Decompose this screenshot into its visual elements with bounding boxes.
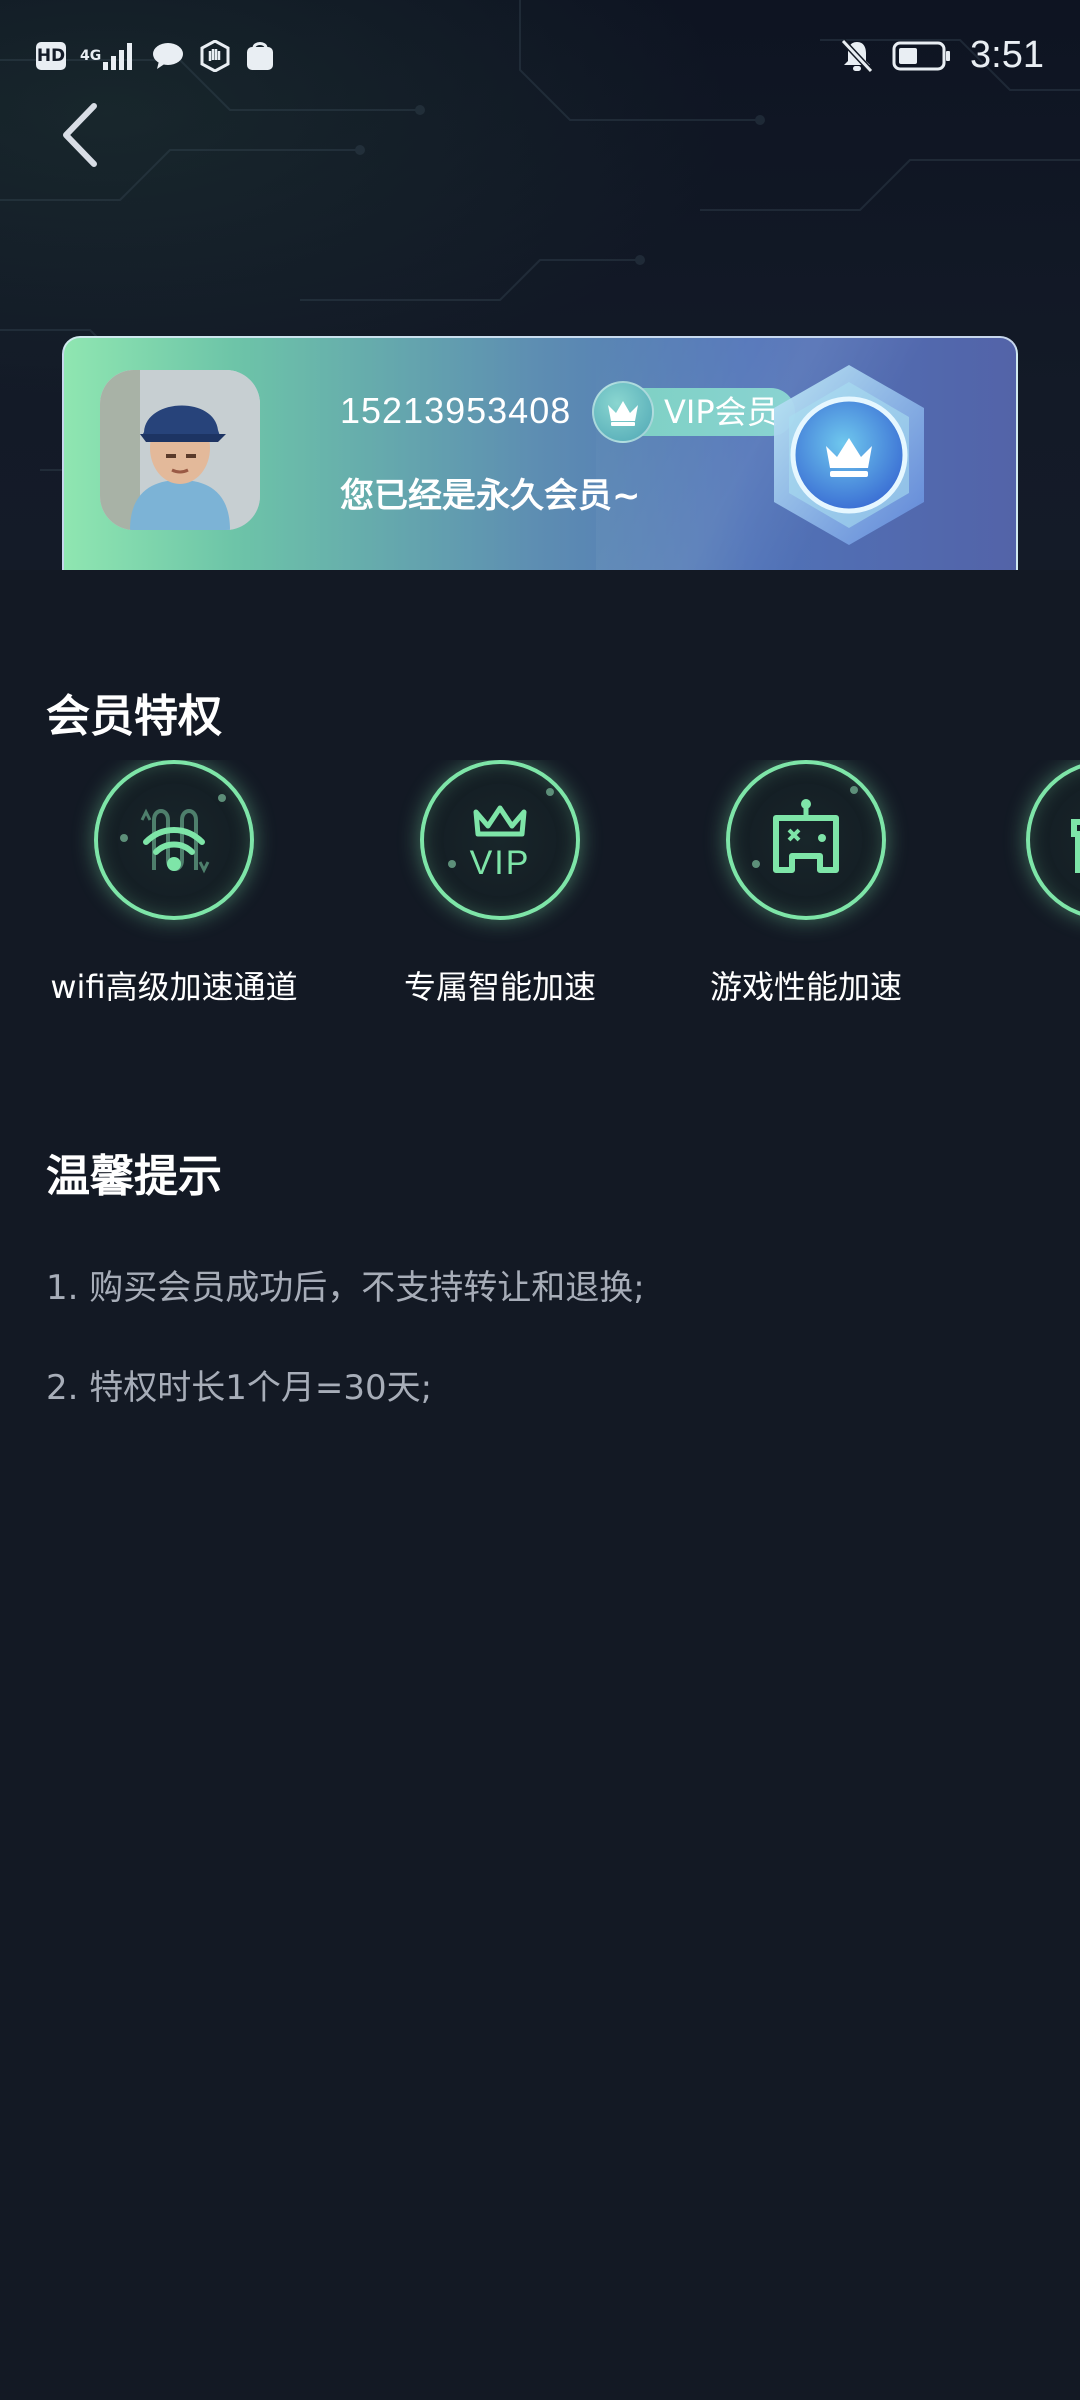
wifi-boost-icon xyxy=(94,760,254,920)
hd-icon: HD xyxy=(36,42,66,70)
privilege-label: 游戏性能加速 xyxy=(709,968,902,1006)
hand-icon xyxy=(199,40,231,72)
privilege-label: 专属智能加速 xyxy=(403,968,596,1006)
svg-text:VIP: VIP xyxy=(470,844,531,882)
privilege-label: 免 xyxy=(956,962,1080,1008)
avatar[interactable] xyxy=(100,370,260,530)
clock: 3:51 xyxy=(970,34,1044,76)
message-icon xyxy=(151,41,185,71)
gamepad-icon xyxy=(726,760,886,920)
back-button[interactable] xyxy=(50,100,110,170)
phone-number: 15213953408 xyxy=(340,390,572,431)
status-bar: HD 4G 3:51 xyxy=(0,0,1080,118)
battery-icon xyxy=(892,40,952,72)
vip-hexagon-badge-icon xyxy=(774,365,924,545)
privilege-item-wifi[interactable]: wifi高级加速通道 xyxy=(24,760,324,1008)
avatar-image xyxy=(100,370,260,530)
member-status-text: 您已经是永久会员~ xyxy=(340,476,641,516)
huawei-store-icon xyxy=(245,40,275,72)
tip-item: 2. 特权时长1个月=30天; xyxy=(46,1368,433,1408)
privilege-label: wifi高级加速通道 xyxy=(50,968,298,1006)
gift-icon xyxy=(1026,760,1080,920)
vip-crown-icon: VIP xyxy=(420,760,580,920)
member-card: 15213953408 VIP会员 您已经是永久会员~ xyxy=(62,336,1018,570)
privileges-title: 会员特权 xyxy=(46,691,222,742)
privilege-item-4[interactable]: 免 xyxy=(956,760,1080,1008)
crown-icon xyxy=(592,381,654,443)
signal-icon: 4G xyxy=(80,40,137,72)
privilege-item-game-boost[interactable]: 游戏性能加速 xyxy=(656,760,956,1008)
tips-title: 温馨提示 xyxy=(46,1151,222,1202)
network-type-label: 4G xyxy=(80,48,102,64)
privileges-list[interactable]: wifi高级加速通道 VIP 专属智能加速 游戏性能加速 xyxy=(0,760,1080,1010)
mute-bell-icon xyxy=(840,38,874,74)
chevron-left-icon xyxy=(63,103,97,167)
vip-member-page: HD 4G 3:51 15213953408 VIP会员 您已经是永久会员~ 会… xyxy=(0,0,1080,2400)
privilege-item-smart-boost[interactable]: VIP 专属智能加速 xyxy=(350,760,650,1008)
tip-item: 1. 购买会员成功后，不支持转让和退换; xyxy=(46,1268,645,1308)
